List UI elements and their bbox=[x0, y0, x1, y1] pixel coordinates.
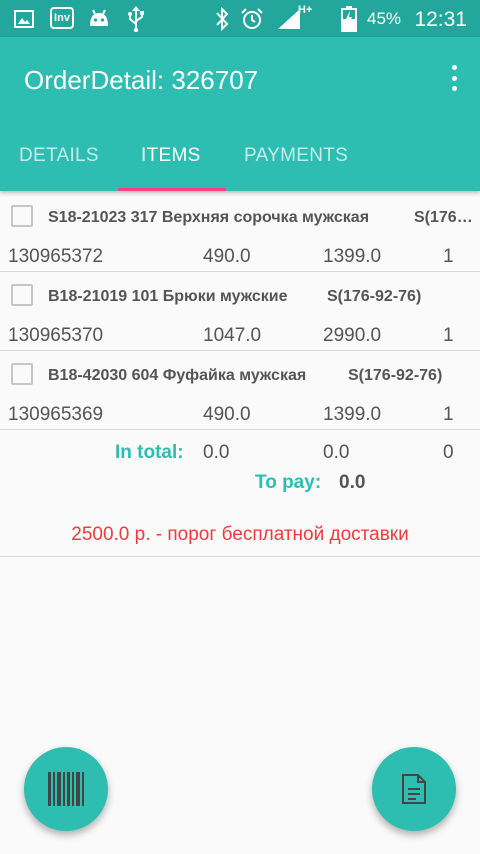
item-size: S(176… bbox=[414, 209, 473, 226]
app-bar: OrderDetail: 326707 DETAILS ITEMS PAYMEN… bbox=[0, 37, 480, 191]
item-code: 130965369 bbox=[8, 404, 104, 425]
document-button[interactable] bbox=[372, 747, 456, 831]
item-quantity: 1 bbox=[443, 325, 454, 346]
item-price: 1047.0 bbox=[203, 325, 262, 346]
item-price: 490.0 bbox=[203, 246, 251, 267]
item-quantity: 1 bbox=[443, 246, 454, 267]
network-type: H+ bbox=[298, 4, 313, 16]
item-checkbox[interactable] bbox=[11, 205, 33, 227]
android-icon bbox=[90, 9, 108, 26]
tab-payments[interactable]: PAYMENTS bbox=[244, 145, 348, 167]
document-icon bbox=[402, 774, 426, 804]
in-total-quantity: 0 bbox=[443, 442, 454, 463]
more-vert-icon[interactable] bbox=[448, 65, 460, 91]
to-pay-value: 0.0 bbox=[339, 472, 366, 493]
barcode-icon bbox=[48, 772, 84, 806]
inv-app-label: Inv bbox=[54, 12, 70, 24]
item-name: S18-21023 317 Верхняя сорочка мужская bbox=[48, 209, 370, 226]
in-total-label: In total: bbox=[115, 442, 184, 463]
free-delivery-threshold: 2500.0 р. - порог бесплатной доставки bbox=[71, 524, 409, 545]
battery-percent: 45% bbox=[367, 9, 402, 28]
tab-items[interactable]: ITEMS bbox=[141, 145, 201, 167]
item-size: S(176-92-76) bbox=[327, 288, 422, 305]
item-name: B18-42030 604 Фуфайка мужская bbox=[48, 367, 307, 384]
alarm-icon bbox=[241, 8, 263, 29]
scan-barcode-button[interactable] bbox=[24, 747, 108, 831]
to-pay-label: To pay: bbox=[255, 472, 322, 493]
list-item: B18-42030 604 Фуфайка мужская S(176-92-7… bbox=[0, 351, 480, 430]
item-retail-price: 1399.0 bbox=[323, 246, 382, 267]
battery-icon bbox=[341, 6, 357, 32]
items-list: S18-21023 317 Верхняя сорочка мужская S(… bbox=[0, 191, 480, 557]
item-retail-price: 1399.0 bbox=[323, 404, 382, 425]
usb-icon bbox=[128, 6, 144, 32]
item-quantity: 1 bbox=[443, 404, 454, 425]
bluetooth-icon bbox=[216, 7, 229, 31]
image-icon bbox=[14, 10, 34, 28]
tab-details[interactable]: DETAILS bbox=[19, 145, 99, 167]
item-checkbox[interactable] bbox=[11, 363, 33, 385]
page-title: OrderDetail: 326707 bbox=[24, 65, 259, 95]
list-item: B18-21019 101 Брюки мужские S(176-92-76)… bbox=[0, 272, 480, 351]
item-code: 130965372 bbox=[8, 246, 104, 267]
item-retail-price: 2990.0 bbox=[323, 325, 382, 346]
status-bar: Inv H+ 45% 12:31 bbox=[0, 0, 480, 37]
item-code: 130965370 bbox=[8, 325, 104, 346]
item-size: S(176-92-76) bbox=[348, 367, 443, 384]
clock: 12:31 bbox=[414, 8, 467, 31]
item-price: 490.0 bbox=[203, 404, 251, 425]
totals-section: In total: 0.0 0.0 0 To pay: 0.0 2500.0 р… bbox=[0, 430, 480, 557]
item-checkbox[interactable] bbox=[11, 284, 33, 306]
list-item: S18-21023 317 Верхняя сорочка мужская S(… bbox=[0, 191, 480, 272]
item-name: B18-21019 101 Брюки мужские bbox=[48, 288, 288, 305]
inv-app-icon: Inv bbox=[50, 7, 74, 29]
in-total-retail: 0.0 bbox=[323, 442, 350, 463]
in-total-price: 0.0 bbox=[203, 442, 230, 463]
